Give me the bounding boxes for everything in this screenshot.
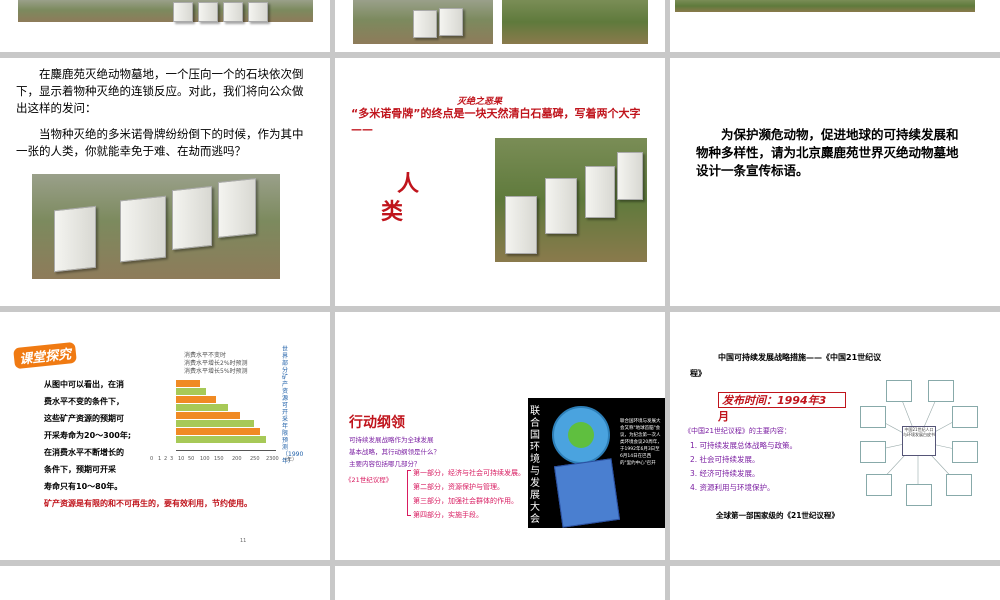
slide-5[interactable]: 灭绝之恶果 “多米诺骨牌”的终点是一块天然清白石墓碑，写着两个大字—— 人 类 (335, 58, 665, 306)
agenda-part: 第一部分，经济与社会可持续发展。 (413, 469, 525, 477)
tick: 3 (170, 456, 174, 462)
slide-12[interactable] (670, 566, 1000, 600)
slide4-paragraph-2: 当物种灭绝的多米诺骨牌纷纷倒下的时候，作为其中一张的人类，你就能幸免于难、在劫而… (16, 127, 304, 158)
question-line: 基本战略，其行动纲领是什么？ (349, 448, 440, 456)
resource-lifespan-chart: 消费水平不变时 消费水平增长2%时预测 消费水平增长5%时预测 (176, 350, 276, 460)
x-axis-ticks: 0 1 2 3 10 50 100 150 200 250 2300 （年） (150, 456, 310, 466)
chart-title: 世界部分矿产资源可开采年限预测（1990年） (282, 346, 304, 465)
agenda-label: 《21世纪议程》 (345, 476, 393, 484)
tick: 200 (232, 456, 242, 462)
slide9-title-line1: 中国可持续发展战略措施——《中国21世纪议 (718, 353, 882, 362)
contents-title: 《中国21世纪议程》的主要内容： (684, 427, 791, 435)
question-line: 可持续发展战略作为全球发展 (349, 436, 434, 444)
classroom-inquiry-badge: 课堂探究 (13, 341, 77, 370)
slide5-char-lei: 类 (381, 200, 404, 225)
slide9-title-line2: 程》 (690, 369, 706, 378)
release-date: 发布时间：1994年3 (722, 394, 827, 407)
page-number: 11 (240, 538, 247, 544)
slide8-title: 行动纲领 (349, 415, 405, 431)
slide-2[interactable] (335, 0, 665, 52)
axis-unit: （年） (282, 457, 298, 463)
tick: 250 (250, 456, 260, 462)
slide-6[interactable]: 为保护濒危动物，促进地球的可持续发展和物种多样性，请为北京麋鹿苑世界灭绝动物墓地… (670, 58, 1000, 306)
bracket (407, 470, 411, 516)
slide-11[interactable] (335, 566, 665, 600)
path-photo (502, 0, 648, 44)
agenda-part: 第三部分，加强社会群体的作用。 (413, 497, 518, 505)
slide5-headline: “多米诺骨牌”的终点是一块天然清白石墓碑，写着两个大字—— (351, 107, 641, 136)
body-line: 从图中可以看出，在消 (44, 380, 124, 389)
tick: 2 (164, 456, 168, 462)
release-date-month: 月 (718, 410, 729, 423)
center-node: 中国21世纪人口与环境发展白皮书 (902, 426, 936, 456)
tick: 50 (188, 456, 195, 462)
animals-photo (675, 0, 975, 12)
slide7-conclusion: 矿产资源是有限的和不可再生的，要有效利用，节约使用。 (44, 499, 252, 508)
slide-1[interactable] (0, 0, 330, 52)
x-axis (176, 450, 276, 451)
body-line: 寿命只有10～80年。 (44, 482, 123, 491)
un-description: 联合国环境与发展大会又称"地球首脑"会议，为纪念第一次人类环境会议20周年，于1… (620, 419, 662, 466)
slide-8[interactable]: 行动纲领 可持续发展战略作为全球发展 基本战略，其行动纲领是什么？ 主要内容包括… (335, 312, 665, 560)
legend-item: 消费水平增长5%时预测 (184, 368, 248, 375)
body-line: 费水平不变的条件下， (44, 397, 124, 406)
slide-3[interactable] (670, 0, 1000, 52)
tick: 100 (200, 456, 210, 462)
slide-10[interactable] (0, 566, 330, 600)
slide4-paragraph-1: 在麋鹿苑灭绝动物墓地，一个压向一个的石块依次倒下，显示着物种灭绝的连锁反应。对此… (16, 67, 304, 115)
agenda-books (553, 458, 621, 528)
un-conference-panel: 联合国环境与发展大会 联合国环境与发展大会又称"地球首脑"会议，为纪念第一次人类… (528, 398, 665, 528)
un-emblem (552, 406, 610, 464)
tombstones-photo (495, 138, 647, 262)
slide6-prompt-text: 为保护濒危动物，促进地球的可持续发展和物种多样性，请为北京麋鹿苑世界灭绝动物墓地… (696, 127, 959, 178)
slide7-body: 从图中可以看出，在消 费水平不变的条件下， 这些矿产资源的预期可 开采寿命为20… (44, 376, 154, 495)
slide9-footer: 全球第一部国家级的《21世纪议程》 (716, 511, 839, 520)
contents-item: 3. 经济可持续发展。 (690, 469, 760, 478)
body-line: 条件下，预期可开采 (44, 465, 116, 474)
cemetery-photo (18, 0, 313, 22)
agenda-network-diagram: 中国21世纪人口与环境发展白皮书 (858, 376, 978, 506)
slide-7[interactable]: 课堂探究 从图中可以看出，在消 费水平不变的条件下， 这些矿产资源的预期可 开采… (0, 312, 330, 560)
tick: 2300 (266, 456, 279, 462)
tick: 1 (158, 456, 162, 462)
agenda-part: 第二部分，资源保护与管理。 (413, 483, 504, 491)
tick: 150 (214, 456, 224, 462)
slide-9[interactable]: 中国可持续发展战略措施——《中国21世纪议 程》 发布时间：1994年3 月 《… (670, 312, 1000, 560)
contents-item: 4. 资源利用与环境保护。 (690, 483, 775, 492)
contents-item: 2. 社会可持续发展。 (690, 455, 760, 464)
slide-4[interactable]: 在麋鹿苑灭绝动物墓地，一个压向一个的石块依次倒下，显示着物种灭绝的连锁反应。对此… (0, 58, 330, 306)
body-line: 在消费水平不断增长的 (44, 448, 124, 457)
domino-stones-photo (32, 174, 280, 279)
body-line: 开采寿命为20～300年; (44, 431, 132, 440)
tick: 10 (178, 456, 185, 462)
tick: 0 (150, 456, 154, 462)
contents-item: 1. 可持续发展总体战略与政策。 (690, 441, 798, 450)
question-line: 主要内容包括哪几部分？ (349, 460, 421, 468)
un-vertical-title: 联合国环境与发展大会 (530, 406, 540, 525)
agenda-part: 第四部分，实施手段。 (413, 511, 483, 519)
stones-photo (353, 0, 493, 44)
body-line: 这些矿产资源的预期可 (44, 414, 124, 423)
